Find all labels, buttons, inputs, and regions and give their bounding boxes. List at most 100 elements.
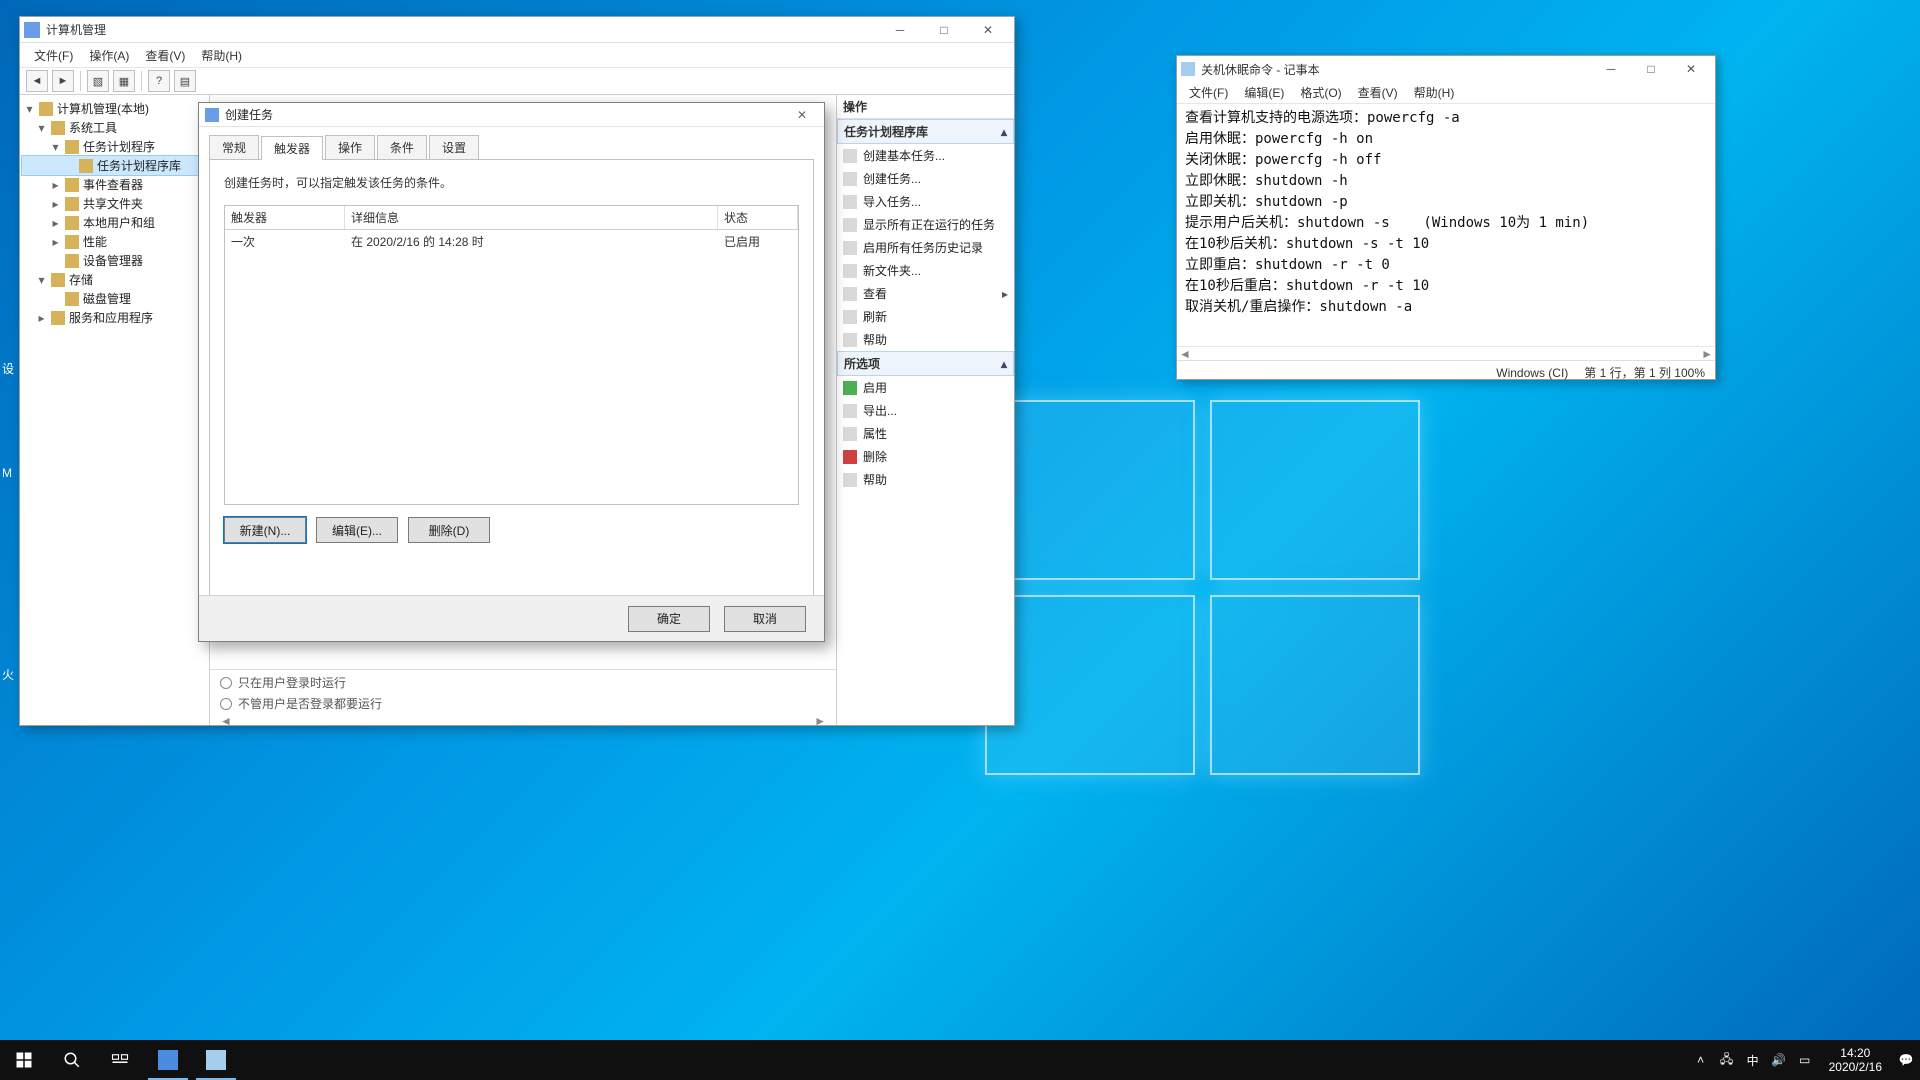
radio-icon[interactable] bbox=[220, 698, 232, 710]
clock-icon bbox=[65, 140, 79, 154]
actions-section-header[interactable]: 任务计划程序库▴ bbox=[837, 119, 1014, 144]
dlg-titlebar[interactable]: 创建任务 ✕ bbox=[199, 103, 824, 127]
collapse-icon[interactable]: ▴ bbox=[1001, 125, 1007, 139]
radio-icon[interactable] bbox=[220, 677, 232, 689]
col-status[interactable]: 状态 bbox=[718, 206, 798, 229]
action-new-folder[interactable]: 新文件夹... bbox=[837, 259, 1014, 282]
np-textarea[interactable]: 查看计算机支持的电源选项：powercfg -a 启用休眠：powercfg -… bbox=[1177, 104, 1715, 346]
tree-task-lib[interactable]: 任务计划程序库 bbox=[97, 157, 181, 174]
np-minimize-button[interactable]: ─ bbox=[1591, 62, 1631, 76]
scroll-left-icon[interactable]: ◄ bbox=[220, 714, 232, 725]
task-view-button[interactable] bbox=[96, 1040, 144, 1080]
tree-services[interactable]: 服务和应用程序 bbox=[69, 309, 153, 326]
refresh-button[interactable]: ? bbox=[148, 70, 170, 92]
action-create-task[interactable]: 创建任务... bbox=[837, 167, 1014, 190]
menu-action[interactable]: 操作(A) bbox=[81, 45, 137, 66]
taskbar-app-notepad[interactable] bbox=[192, 1040, 240, 1080]
tray-chevron-icon[interactable]: ˄ bbox=[1693, 1052, 1709, 1068]
tab-settings[interactable]: 设置 bbox=[429, 135, 479, 159]
tree-root[interactable]: 计算机管理(本地) bbox=[57, 100, 149, 117]
tree-system-tools[interactable]: 系统工具 bbox=[69, 119, 117, 136]
action-create-basic-task[interactable]: 创建基本任务... bbox=[837, 144, 1014, 167]
dlg-close-button[interactable]: ✕ bbox=[786, 108, 818, 122]
menu-help[interactable]: 帮助(H) bbox=[193, 45, 250, 66]
toolbar-button[interactable]: ▤ bbox=[174, 70, 196, 92]
dialog-icon bbox=[205, 108, 219, 122]
maximize-button[interactable]: □ bbox=[922, 19, 966, 41]
refresh-icon bbox=[843, 310, 857, 324]
tray-ime-icon[interactable]: 中 bbox=[1745, 1052, 1761, 1068]
start-button[interactable] bbox=[0, 1040, 48, 1080]
action-show-running[interactable]: 显示所有正在运行的任务 bbox=[837, 213, 1014, 236]
tab-actions[interactable]: 操作 bbox=[325, 135, 375, 159]
action-import-task[interactable]: 导入任务... bbox=[837, 190, 1014, 213]
taskbar-clock[interactable]: 14:20 2020/2/16 bbox=[1823, 1046, 1888, 1074]
tree-event-viewer[interactable]: 事件查看器 bbox=[83, 176, 143, 193]
delete-icon bbox=[843, 450, 857, 464]
notepad-window: 关机休眠命令 - 记事本 ─ □ ✕ 文件(F) 编辑(E) 格式(O) 查看(… bbox=[1176, 55, 1716, 380]
tree-devmgr[interactable]: 设备管理器 bbox=[83, 252, 143, 269]
action-view[interactable]: 查看▸ bbox=[837, 282, 1014, 305]
action-enable-history[interactable]: 启用所有任务历史记录 bbox=[837, 236, 1014, 259]
taskbar-app-mgmt[interactable] bbox=[144, 1040, 192, 1080]
nav-tree[interactable]: ▾计算机管理(本地) ▾系统工具 ▾任务计划程序 任务计划程序库 ▸事件查看器 … bbox=[20, 95, 210, 725]
action-help[interactable]: 帮助 bbox=[837, 328, 1014, 351]
tray-battery-icon[interactable]: ▭ bbox=[1797, 1052, 1813, 1068]
tray-notifications-icon[interactable]: 💬 bbox=[1898, 1052, 1914, 1068]
action-enable[interactable]: 启用 bbox=[837, 376, 1014, 399]
action-refresh[interactable]: 刷新 bbox=[837, 305, 1014, 328]
scroll-right-icon[interactable]: ► bbox=[814, 714, 826, 725]
tree-disk[interactable]: 磁盘管理 bbox=[83, 290, 131, 307]
toolbar-button[interactable]: ▦ bbox=[113, 70, 135, 92]
np-menu-format[interactable]: 格式(O) bbox=[1292, 83, 1349, 102]
close-button[interactable]: ✕ bbox=[966, 19, 1010, 41]
menu-view[interactable]: 查看(V) bbox=[137, 45, 193, 66]
desktop-label: M bbox=[2, 466, 12, 480]
delete-button[interactable]: 删除(D) bbox=[408, 517, 490, 543]
actions-pane: 操作 任务计划程序库▴ 创建基本任务... 创建任务... 导入任务... 显示… bbox=[836, 95, 1014, 725]
action-export[interactable]: 导出... bbox=[837, 399, 1014, 422]
tree-storage[interactable]: 存储 bbox=[69, 271, 93, 288]
mgmt-title: 计算机管理 bbox=[46, 21, 878, 38]
tree-shared[interactable]: 共享文件夹 bbox=[83, 195, 143, 212]
tree-task-scheduler[interactable]: 任务计划程序 bbox=[83, 138, 155, 155]
np-menu-help[interactable]: 帮助(H) bbox=[1406, 83, 1463, 102]
tree-users[interactable]: 本地用户和组 bbox=[83, 214, 155, 231]
collapse-icon[interactable]: ▴ bbox=[1001, 357, 1007, 371]
actions-section-header-2[interactable]: 所选项▴ bbox=[837, 351, 1014, 376]
np-close-button[interactable]: ✕ bbox=[1671, 62, 1711, 76]
np-menu-file[interactable]: 文件(F) bbox=[1181, 83, 1236, 102]
menu-file[interactable]: 文件(F) bbox=[26, 45, 81, 66]
col-details[interactable]: 详细信息 bbox=[345, 206, 718, 229]
forward-button[interactable]: ► bbox=[52, 70, 74, 92]
edit-button[interactable]: 编辑(E)... bbox=[316, 517, 398, 543]
tray-network-icon[interactable]: 🖧 bbox=[1719, 1052, 1735, 1068]
mgmt-titlebar[interactable]: 计算机管理 ─ □ ✕ bbox=[20, 17, 1014, 43]
np-cursor-pos: 第 1 行，第 1 列 100% bbox=[1584, 364, 1705, 381]
up-button[interactable]: ▧ bbox=[87, 70, 109, 92]
search-button[interactable] bbox=[48, 1040, 96, 1080]
back-button[interactable]: ◄ bbox=[26, 70, 48, 92]
tab-triggers[interactable]: 触发器 bbox=[261, 136, 323, 160]
minimize-button[interactable]: ─ bbox=[878, 19, 922, 41]
col-trigger[interactable]: 触发器 bbox=[225, 206, 345, 229]
ok-button[interactable]: 确定 bbox=[628, 606, 710, 632]
np-menu-edit[interactable]: 编辑(E) bbox=[1236, 83, 1292, 102]
tray-volume-icon[interactable]: 🔊 bbox=[1771, 1052, 1787, 1068]
trigger-list[interactable]: 触发器 详细信息 状态 一次 在 2020/2/16 的 14:28 时 已启用 bbox=[224, 205, 799, 505]
tab-conditions[interactable]: 条件 bbox=[377, 135, 427, 159]
np-maximize-button[interactable]: □ bbox=[1631, 62, 1671, 76]
tree-perf[interactable]: 性能 bbox=[83, 233, 107, 250]
new-button[interactable]: 新建(N)... bbox=[224, 517, 306, 543]
tab-general[interactable]: 常规 bbox=[209, 135, 259, 159]
np-menu-view[interactable]: 查看(V) bbox=[1350, 83, 1406, 102]
run-whether-label: 不管用户是否登录都要运行 bbox=[238, 695, 382, 712]
action-help-2[interactable]: 帮助 bbox=[837, 468, 1014, 491]
cancel-button[interactable]: 取消 bbox=[724, 606, 806, 632]
action-properties[interactable]: 属性 bbox=[837, 422, 1014, 445]
np-titlebar[interactable]: 关机休眠命令 - 记事本 ─ □ ✕ bbox=[1177, 56, 1715, 82]
trigger-row[interactable]: 一次 在 2020/2/16 的 14:28 时 已启用 bbox=[225, 230, 798, 253]
np-hscrollbar[interactable]: ◄► bbox=[1177, 346, 1715, 360]
service-icon bbox=[51, 311, 65, 325]
action-delete[interactable]: 删除 bbox=[837, 445, 1014, 468]
